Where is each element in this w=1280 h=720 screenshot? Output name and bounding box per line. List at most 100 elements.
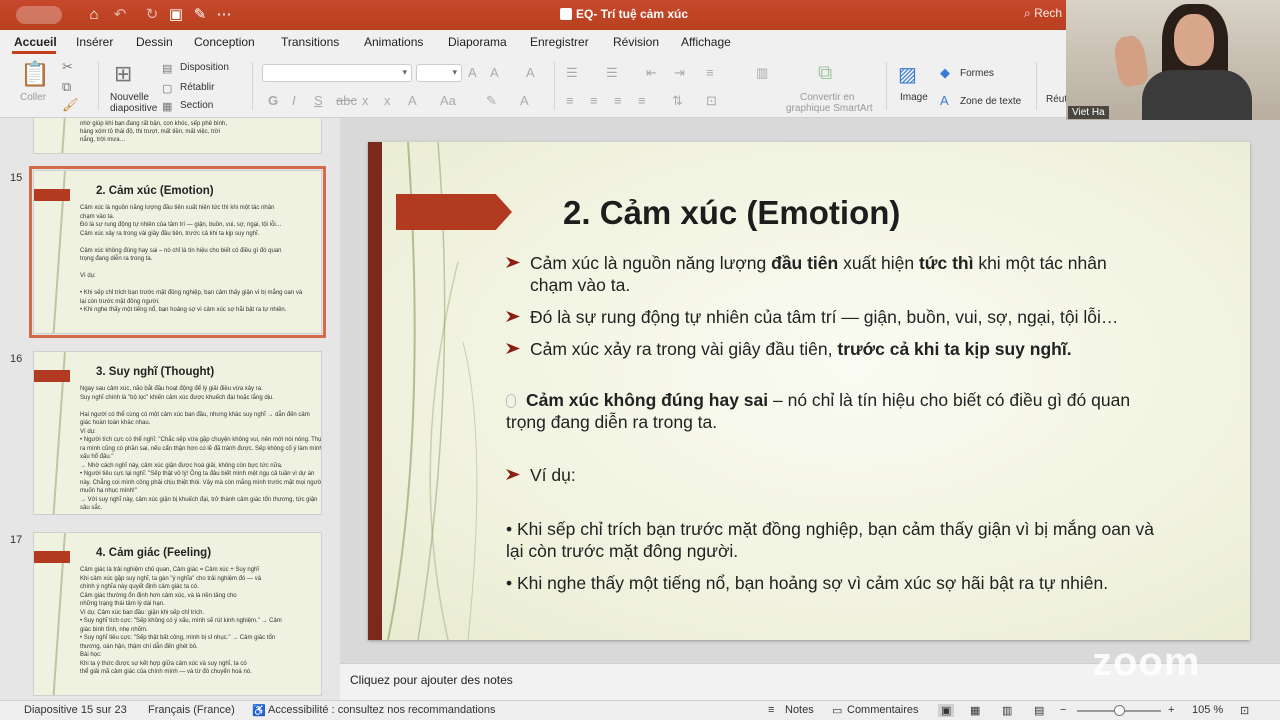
slide-example[interactable]: • Khi nghe thấy một tiếng nổ, bạn hoảng … bbox=[506, 572, 1108, 594]
slideshow-icon[interactable]: ▤ bbox=[1034, 704, 1044, 717]
slide-sorter-icon[interactable]: ▦ bbox=[970, 704, 980, 717]
thumb-line: • Suy nghĩ tiêu cực: "Sếp thật bất công,… bbox=[80, 635, 276, 641]
layout-button[interactable]: Disposition bbox=[180, 62, 229, 73]
bullets-icon[interactable]: ☰ bbox=[566, 66, 578, 80]
zoom-in-icon[interactable]: + bbox=[1168, 704, 1174, 716]
notes-toggle[interactable]: Notes bbox=[785, 704, 814, 716]
zoom-out-icon[interactable]: − bbox=[1060, 704, 1066, 716]
char-spacing-icon[interactable]: A bbox=[408, 94, 417, 108]
tab-accueil[interactable]: Accueil bbox=[14, 35, 57, 49]
justify-icon[interactable]: ≡ bbox=[638, 94, 646, 108]
sidebar-toggle-icon[interactable] bbox=[16, 6, 62, 24]
reading-view-icon[interactable]: ▥ bbox=[1002, 704, 1012, 717]
tab-diaporama[interactable]: Diaporama bbox=[448, 35, 507, 49]
slide-title[interactable]: 2. Cảm xúc (Emotion) bbox=[563, 194, 900, 232]
section-button[interactable]: Section bbox=[180, 100, 213, 111]
tab-transitions[interactable]: Transitions bbox=[281, 35, 339, 49]
format-painter-icon[interactable]: 🖌 bbox=[62, 98, 79, 112]
thumb-title: 4. Cảm giác (Feeling) bbox=[96, 547, 212, 559]
search-box[interactable]: ⌕ Rech bbox=[1024, 6, 1062, 21]
zoom-level[interactable]: 105 % bbox=[1192, 704, 1223, 716]
tab-dessin[interactable]: Dessin bbox=[136, 35, 173, 49]
fit-to-window-icon[interactable]: ⊡ bbox=[1240, 704, 1249, 717]
columns-icon[interactable]: ▥ bbox=[756, 66, 768, 80]
italic-icon[interactable]: I bbox=[292, 94, 296, 108]
clear-format-icon[interactable]: A bbox=[526, 66, 535, 80]
case-icon[interactable]: Aa bbox=[440, 94, 456, 108]
accessibility-status[interactable]: Accessibilité : consultez nos recommanda… bbox=[268, 704, 495, 716]
smartart-icon[interactable]: ⧉ bbox=[818, 62, 832, 84]
slide-bullet[interactable]: Cảm xúc xảy ra trong vài giây đầu tiên, … bbox=[506, 338, 1072, 360]
zoom-slider-handle[interactable] bbox=[1114, 705, 1125, 716]
subscript-icon[interactable]: x bbox=[362, 94, 369, 108]
text-direction-icon[interactable]: ⇅ bbox=[672, 94, 683, 108]
tab-affichage[interactable]: Affichage bbox=[681, 35, 731, 49]
decrease-font-icon[interactable]: A bbox=[490, 66, 499, 80]
thumb-line: Ví dụ: bbox=[80, 273, 96, 279]
highlight-icon[interactable]: ✎ bbox=[486, 94, 497, 108]
notes-placeholder[interactable]: Cliquez pour ajouter des notes bbox=[350, 673, 513, 687]
copy-icon[interactable]: ⧉ bbox=[62, 80, 71, 94]
slide-example[interactable]: • Khi sếp chỉ trích bạn trước mặt đồng n… bbox=[506, 518, 1154, 562]
new-slide-icon[interactable]: ⊞ bbox=[114, 62, 132, 86]
increase-font-icon[interactable]: A bbox=[468, 66, 477, 80]
align-text-icon[interactable]: ⊡ bbox=[706, 94, 717, 108]
edit-icon[interactable]: ✎ bbox=[190, 5, 210, 25]
slide-paragraph[interactable]: Cảm xúc không đúng hay sai – nó chỉ là t… bbox=[506, 389, 1130, 433]
redo-icon[interactable]: ↻ bbox=[142, 5, 162, 25]
reset-button[interactable]: Rétablir bbox=[180, 82, 214, 93]
tab-animations[interactable]: Animations bbox=[364, 35, 423, 49]
font-size-select[interactable]: ▾ bbox=[416, 64, 462, 82]
decorative-stroke bbox=[52, 118, 66, 153]
paste-label[interactable]: Coller bbox=[20, 92, 46, 103]
home-icon[interactable]: ⌂ bbox=[84, 5, 104, 25]
slide-thumbnail-partial[interactable]: nhờ giúp khi bạn đang rất bận, con khóc,… bbox=[33, 118, 322, 154]
slide-bullet[interactable]: Cảm xúc là nguồn năng lượng đầu tiên xuấ… bbox=[506, 252, 1107, 296]
textbox-button[interactable]: Zone de texte bbox=[960, 96, 1021, 107]
slide-bullet[interactable]: Ví dụ: bbox=[506, 464, 576, 486]
bold-icon[interactable]: G bbox=[268, 94, 278, 108]
more-icon[interactable]: ⋯ bbox=[214, 5, 234, 25]
image-icon[interactable]: ▨ bbox=[898, 64, 917, 86]
superscript-icon[interactable]: x bbox=[384, 94, 391, 108]
font-family-select[interactable]: ▾ bbox=[262, 64, 412, 82]
tab-conception[interactable]: Conception bbox=[194, 35, 255, 49]
cut-icon[interactable]: ✂ bbox=[62, 60, 73, 74]
new-slide-label[interactable]: Nouvelle diapositive bbox=[110, 92, 160, 114]
paste-icon[interactable]: 📋 bbox=[20, 62, 50, 88]
language-indicator[interactable]: Français (France) bbox=[148, 704, 235, 716]
thumb-line: thể giải mã cảm giác của chính mình — và… bbox=[80, 669, 252, 675]
decrease-indent-icon[interactable]: ⇤ bbox=[646, 66, 657, 80]
accessibility-icon[interactable]: ♿ bbox=[252, 704, 266, 717]
thumb-line: trọng đang diễn ra trong ta. bbox=[80, 256, 153, 262]
comments-toggle[interactable]: Commentaires bbox=[847, 704, 919, 716]
slide-thumbnail[interactable]: 4. Cảm giác (Feeling) Cảm giác là trải ng… bbox=[33, 532, 322, 696]
save-icon[interactable]: ▣ bbox=[166, 5, 186, 25]
slide-bullet[interactable]: Đó là sự rung động tự nhiên của tâm trí … bbox=[506, 306, 1118, 328]
tab-enregistrer[interactable]: Enregistrer bbox=[530, 35, 589, 49]
tab-inserer[interactable]: Insérer bbox=[76, 35, 113, 49]
current-slide[interactable]: 2. Cảm xúc (Emotion) Cảm xúc là nguồn nă… bbox=[368, 142, 1250, 640]
slide-thumbnail[interactable]: 3. Suy nghĩ (Thought) Ngay sau cảm xúc, n… bbox=[33, 351, 322, 515]
font-color-icon[interactable]: A bbox=[520, 94, 529, 108]
align-center-icon[interactable]: ≡ bbox=[590, 94, 598, 108]
align-right-icon[interactable]: ≡ bbox=[614, 94, 622, 108]
thumb-line: sâu sắc. bbox=[80, 505, 103, 511]
reuse-slides-button[interactable]: Réut bbox=[1046, 94, 1067, 105]
underline-icon[interactable]: S bbox=[314, 94, 323, 108]
slide-thumbnail[interactable]: 2. Cảm xúc (Emotion) Cảm xúc là nguồn năn… bbox=[29, 166, 326, 338]
numbering-icon[interactable]: ☰ bbox=[606, 66, 618, 80]
undo-icon[interactable]: ↶ bbox=[110, 5, 130, 25]
convert-smartart-label-1[interactable]: Convertir en bbox=[800, 92, 854, 103]
notes-icon: ≡ bbox=[768, 704, 775, 716]
normal-view-icon[interactable]: ▣ bbox=[938, 704, 955, 717]
convert-smartart-label-2[interactable]: graphique SmartArt bbox=[786, 103, 873, 114]
increase-indent-icon[interactable]: ⇥ bbox=[674, 66, 685, 80]
strikethrough-icon[interactable]: abc bbox=[336, 94, 357, 108]
tab-revision[interactable]: Révision bbox=[613, 35, 659, 49]
align-left-icon[interactable]: ≡ bbox=[566, 94, 574, 108]
image-button-label[interactable]: Image bbox=[900, 92, 928, 103]
line-spacing-icon[interactable]: ≡ bbox=[706, 66, 714, 80]
thumb-title: 3. Suy nghĩ (Thought) bbox=[96, 366, 215, 378]
shapes-button[interactable]: Formes bbox=[960, 68, 994, 79]
